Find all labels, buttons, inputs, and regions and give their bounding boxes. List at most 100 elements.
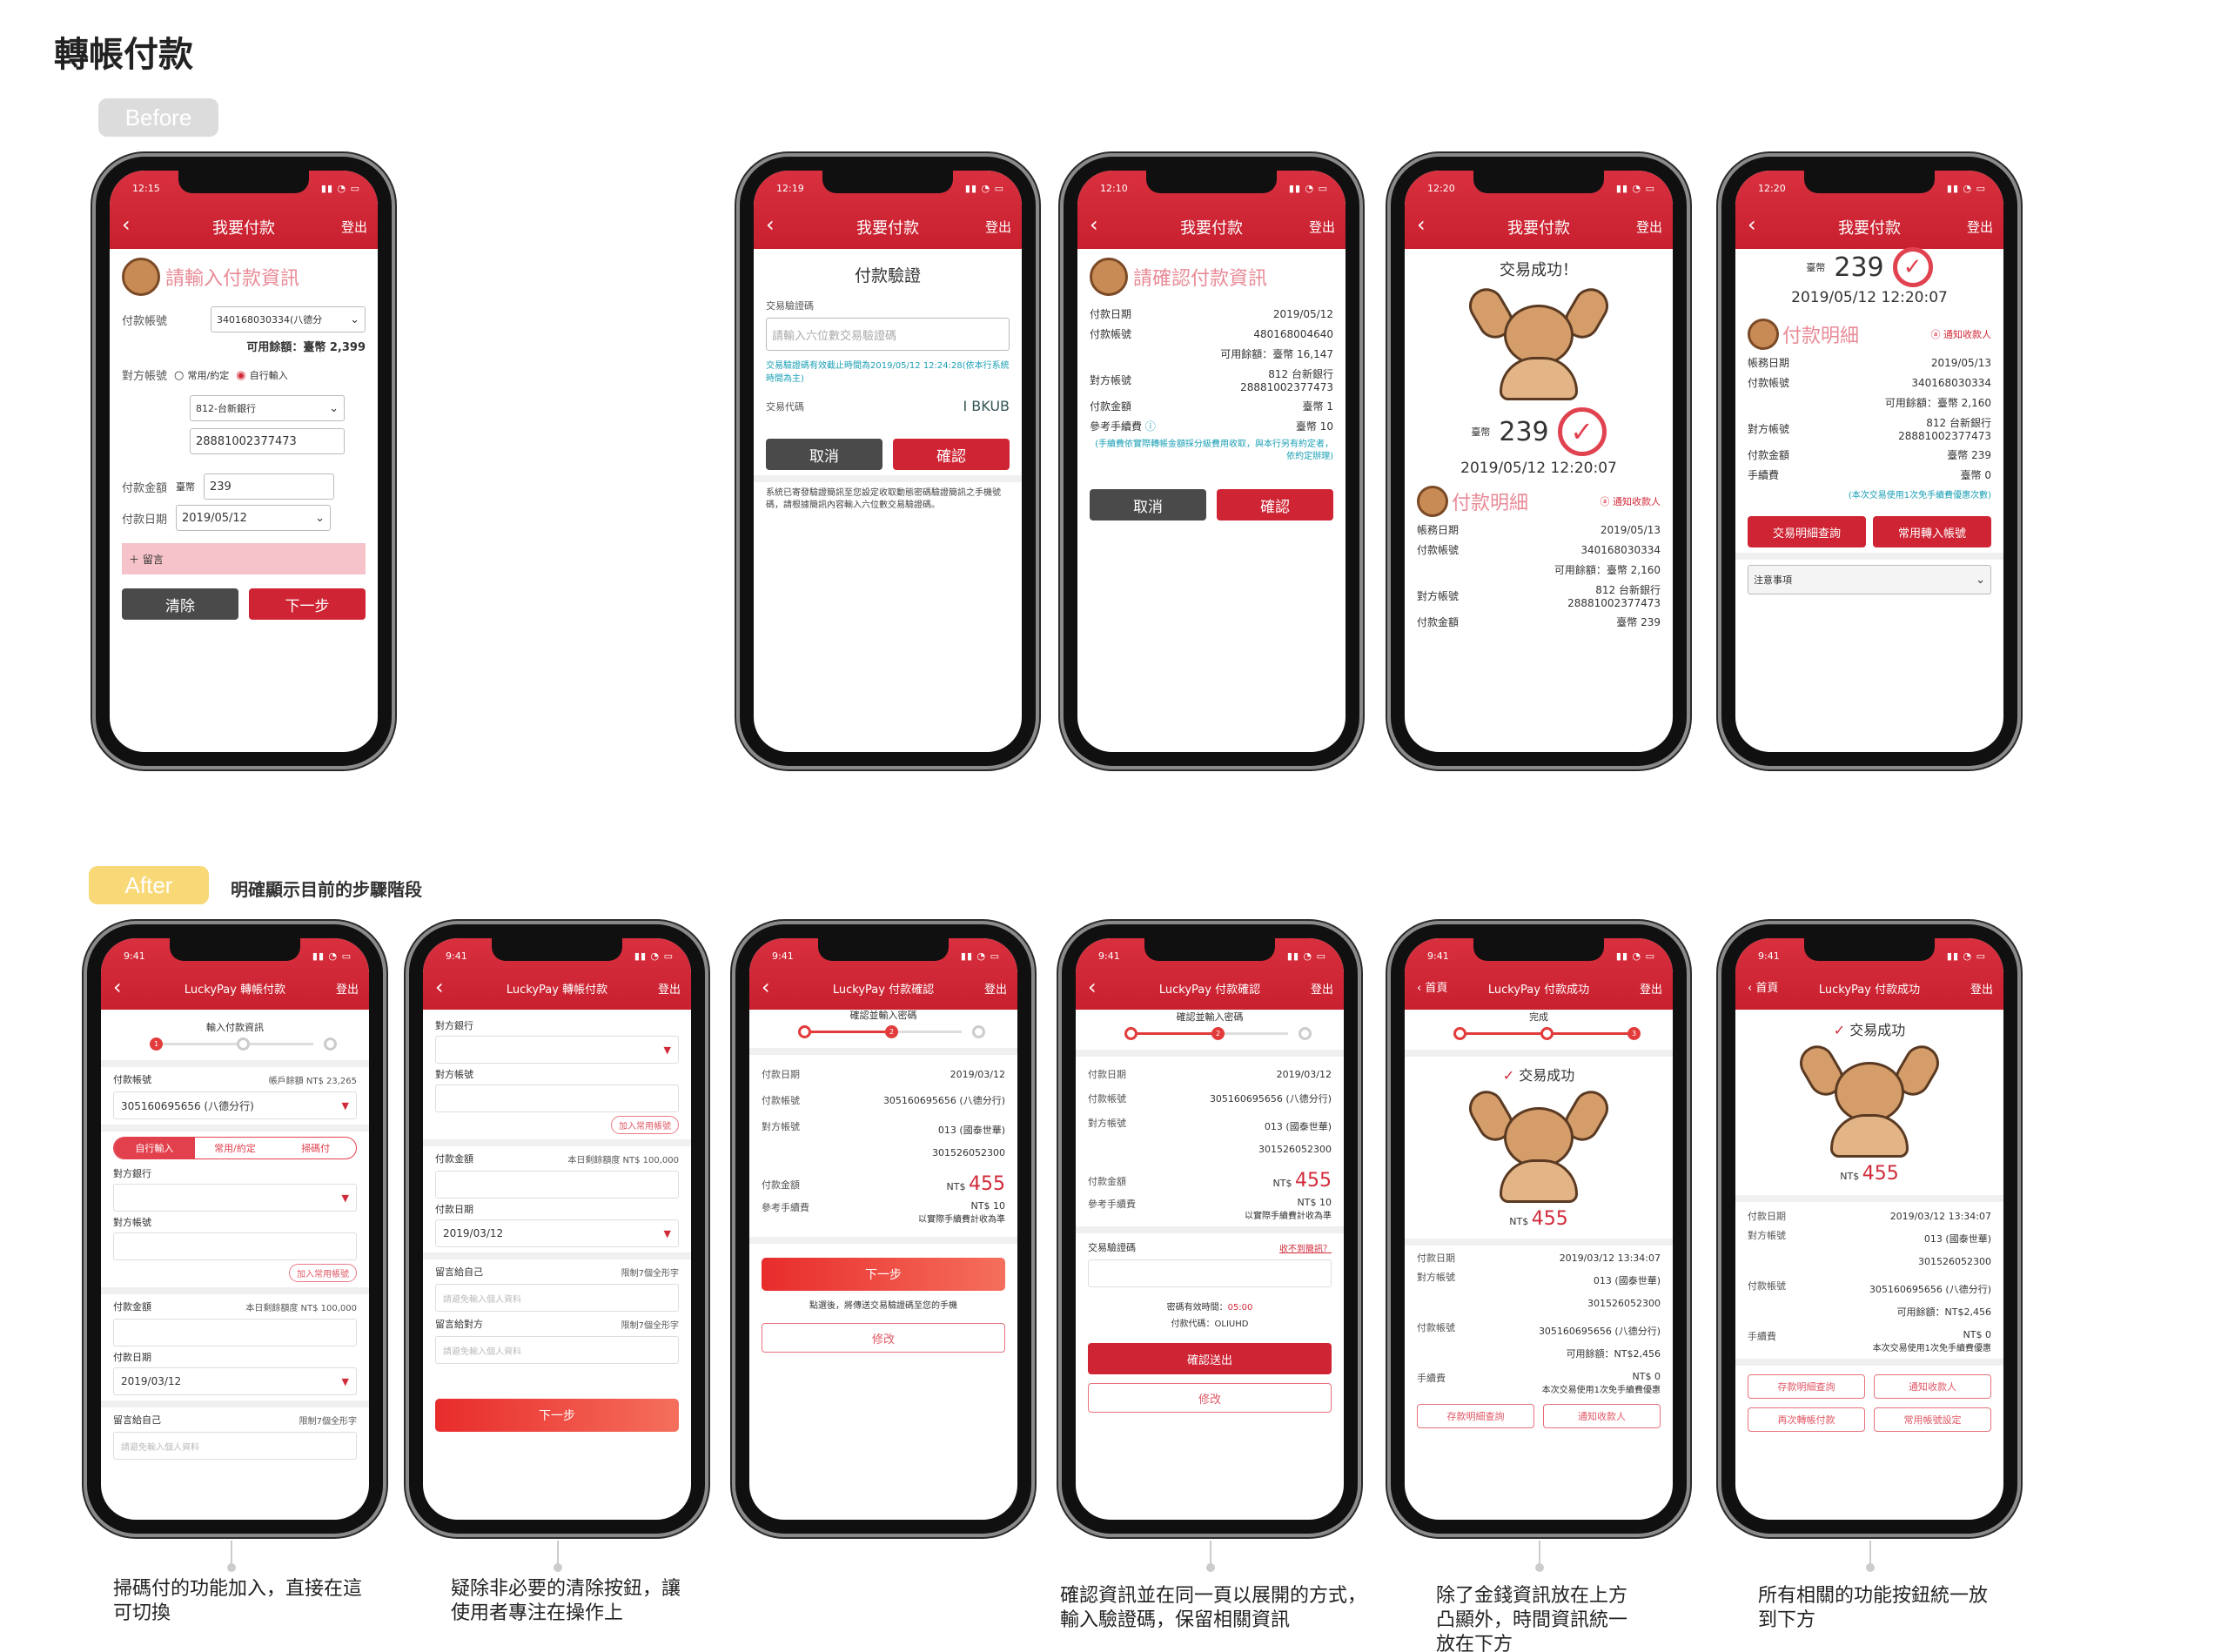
common-account-button[interactable]: 常用轉入帳號 xyxy=(1873,516,1991,547)
next-button[interactable]: 下一步 xyxy=(249,588,366,620)
bank-select[interactable]: 812-台新銀行 ⌄ xyxy=(190,395,345,421)
memo-limit: 限制7個全形字 xyxy=(621,1268,679,1279)
header-title: LuckyPay 付款確認 xyxy=(832,984,935,997)
cancel-button[interactable]: 取消 xyxy=(766,439,882,470)
add-common-button[interactable]: 加入常用帳號 xyxy=(611,1116,679,1134)
status-time: 9:41 xyxy=(446,950,467,962)
next-button[interactable]: 下一步 xyxy=(762,1258,1005,1291)
radio-manual[interactable]: ◉ 自行輸入 xyxy=(236,368,287,382)
logout-button[interactable]: 登出 xyxy=(1636,218,1662,236)
after-phone-3: 9:41 ▮▮ ◔ ▭ ‹ LuckyPay 付款確認 登出 確認並輸入密碼 2 付款日期… xyxy=(735,924,1031,1534)
amount-input[interactable] xyxy=(435,1171,679,1199)
fee-value: 臺幣 10 xyxy=(1295,420,1333,433)
logout-button[interactable]: 登出 xyxy=(1640,980,1662,997)
amount-label: 付款金額 xyxy=(113,1301,151,1313)
amount-value: 455 xyxy=(1295,1170,1332,1192)
notify-link[interactable]: ⓐ 通知收款人 xyxy=(1931,327,1992,341)
amount-input[interactable]: 239 xyxy=(204,473,335,500)
deposit-detail-button[interactable]: 存款明細查詢 xyxy=(1748,1374,1865,1399)
logout-button[interactable]: 登出 xyxy=(336,980,359,997)
logout-button[interactable]: 登出 xyxy=(1967,218,1993,236)
row-label: 參考手續費 xyxy=(762,1202,809,1213)
tab-common[interactable]: 常用/約定 xyxy=(195,1138,276,1158)
fee-value: NT$ 0 xyxy=(1632,1371,1661,1382)
radio-common[interactable]: ○ 常用/約定 xyxy=(174,368,229,382)
fee-note: (手續費依實際轉帳金額採分級費用收取，與本行另有約定者，依約定辦理) xyxy=(1095,440,1333,461)
date-select[interactable]: 2019/03/12 ▼ xyxy=(113,1367,357,1395)
to-account-input[interactable] xyxy=(113,1232,357,1260)
to-account-value: 301526052300 xyxy=(1918,1256,1991,1267)
bank-select[interactable]: ▼ xyxy=(435,1036,679,1064)
logout-button[interactable]: 登出 xyxy=(658,980,681,997)
row-value: 340168030334 xyxy=(1911,376,1991,389)
row-label: 手續費 xyxy=(1417,1373,1446,1384)
edit-button[interactable]: 修改 xyxy=(762,1323,1005,1353)
row-label: 付款日期 xyxy=(762,1069,800,1080)
logout-button[interactable]: 登出 xyxy=(1970,980,1993,997)
to-account-value: 28881002377473 xyxy=(1898,430,1991,442)
to-account-input[interactable] xyxy=(435,1085,679,1112)
memo-self-input[interactable]: 請避免輸入個人資料 xyxy=(435,1284,679,1312)
submit-button[interactable]: 確認送出 xyxy=(1088,1343,1332,1374)
currency-label: NT$ xyxy=(946,1181,966,1192)
clear-button[interactable]: 清除 xyxy=(122,588,238,620)
row-value: 2019/03/12 xyxy=(950,1068,1005,1080)
connector-dot xyxy=(554,1563,562,1572)
code-input[interactable]: 請輸入六位數交易驗證碼 xyxy=(766,318,1010,351)
to-account-label: 對方帳號 xyxy=(1090,374,1132,386)
account-settings-button[interactable]: 常用帳號設定 xyxy=(1874,1407,1991,1432)
memo-other-input[interactable]: 請避免輸入個人資料 xyxy=(435,1336,679,1364)
resend-link[interactable]: 收不到簡訊？ xyxy=(1279,1241,1332,1254)
info-icon[interactable]: ⓘ xyxy=(1145,420,1156,433)
to-account-value: 301526052300 xyxy=(1587,1298,1661,1309)
fee-note: 以實際手續費計收為準 xyxy=(918,1215,1005,1225)
row-label: 付款帳號 xyxy=(1417,1322,1455,1333)
deposit-detail-button[interactable]: 存款明細查詢 xyxy=(1417,1404,1534,1428)
date-select[interactable]: 2019/05/12 ⌄ xyxy=(176,505,332,531)
connector-line xyxy=(1539,1541,1540,1565)
status-time: 12:15 xyxy=(132,182,160,194)
code-input[interactable] xyxy=(1088,1259,1332,1287)
before-phone-4: 12:20 ▮▮ ◔ ▭ ‹ 我要付款 登出 交易成功！ 臺幣 239 ✓ 2019/05/… xyxy=(1391,157,1687,766)
cancel-button[interactable]: 取消 xyxy=(1090,489,1206,520)
step-indicator: 輸入付款資訊 1 xyxy=(113,1020,357,1055)
notify-button[interactable]: 通知收款人 xyxy=(1543,1404,1661,1428)
pay-account-select[interactable]: 305160695656 (八德分行) ▼ xyxy=(113,1091,357,1119)
currency-label: 臺幣 xyxy=(1471,426,1491,438)
row-label: 付款日期 xyxy=(1748,1211,1786,1222)
fee-label: 參考手續費 ⓘ xyxy=(1090,420,1156,433)
memo-label: 留言給自己 xyxy=(113,1414,161,1426)
after-phone-5: 9:41 ▮▮ ◔ ▭ ‹ 首頁 LuckyPay 付款成功 登出 完成 3 ✓ 交易成功… xyxy=(1391,924,1687,1534)
pay-account-select[interactable]: 340168030334(八德分 ⌄ xyxy=(211,306,366,332)
logout-button[interactable]: 登出 xyxy=(1311,980,1333,997)
logout-button[interactable]: 登出 xyxy=(984,980,1007,997)
notify-button[interactable]: 通知收款人 xyxy=(1874,1374,1991,1399)
pay-account-value: 305160695656 (八德分行) xyxy=(1869,1284,1991,1295)
edit-button[interactable]: 修改 xyxy=(1088,1383,1332,1413)
logout-button[interactable]: 登出 xyxy=(1309,218,1335,236)
logout-button[interactable]: 登出 xyxy=(341,218,367,236)
row-label: 付款金額 xyxy=(762,1179,800,1191)
to-account-input[interactable]: 28881002377473 xyxy=(190,428,345,454)
amount-input[interactable] xyxy=(113,1319,357,1346)
transfer-again-button[interactable]: 再次轉帳付款 xyxy=(1748,1407,1865,1432)
memo-input[interactable]: 請避免輸入個人資料 xyxy=(113,1432,357,1460)
memo-toggle[interactable]: ＋ 留言 xyxy=(122,543,366,574)
tx-detail-button[interactable]: 交易明細查詢 xyxy=(1748,516,1866,547)
page-title: 轉帳付款 xyxy=(54,35,193,75)
tab-manual[interactable]: 自行輸入 xyxy=(114,1138,195,1158)
amount-label: 付款金額 xyxy=(435,1153,473,1165)
confirm-button[interactable]: 確認 xyxy=(1217,489,1333,520)
row-label: 付款帳號 xyxy=(762,1095,800,1106)
logout-button[interactable]: 登出 xyxy=(985,218,1011,236)
notes-accordion[interactable]: 注意事項 ⌄ xyxy=(1748,565,1991,594)
date-select[interactable]: 2019/03/12 ▼ xyxy=(435,1219,679,1247)
currency-label: 臺幣 xyxy=(1806,262,1826,273)
notify-link[interactable]: ⓐ 通知收款人 xyxy=(1601,494,1661,508)
tab-scan-pay[interactable]: 掃碼付 xyxy=(275,1138,356,1158)
confirm-button[interactable]: 確認 xyxy=(893,439,1010,470)
amount-value: 239 xyxy=(1499,416,1549,447)
next-button[interactable]: 下一步 xyxy=(435,1399,679,1432)
add-common-button[interactable]: 加入常用帳號 xyxy=(289,1264,357,1282)
bank-select[interactable]: ▼ xyxy=(113,1184,357,1212)
